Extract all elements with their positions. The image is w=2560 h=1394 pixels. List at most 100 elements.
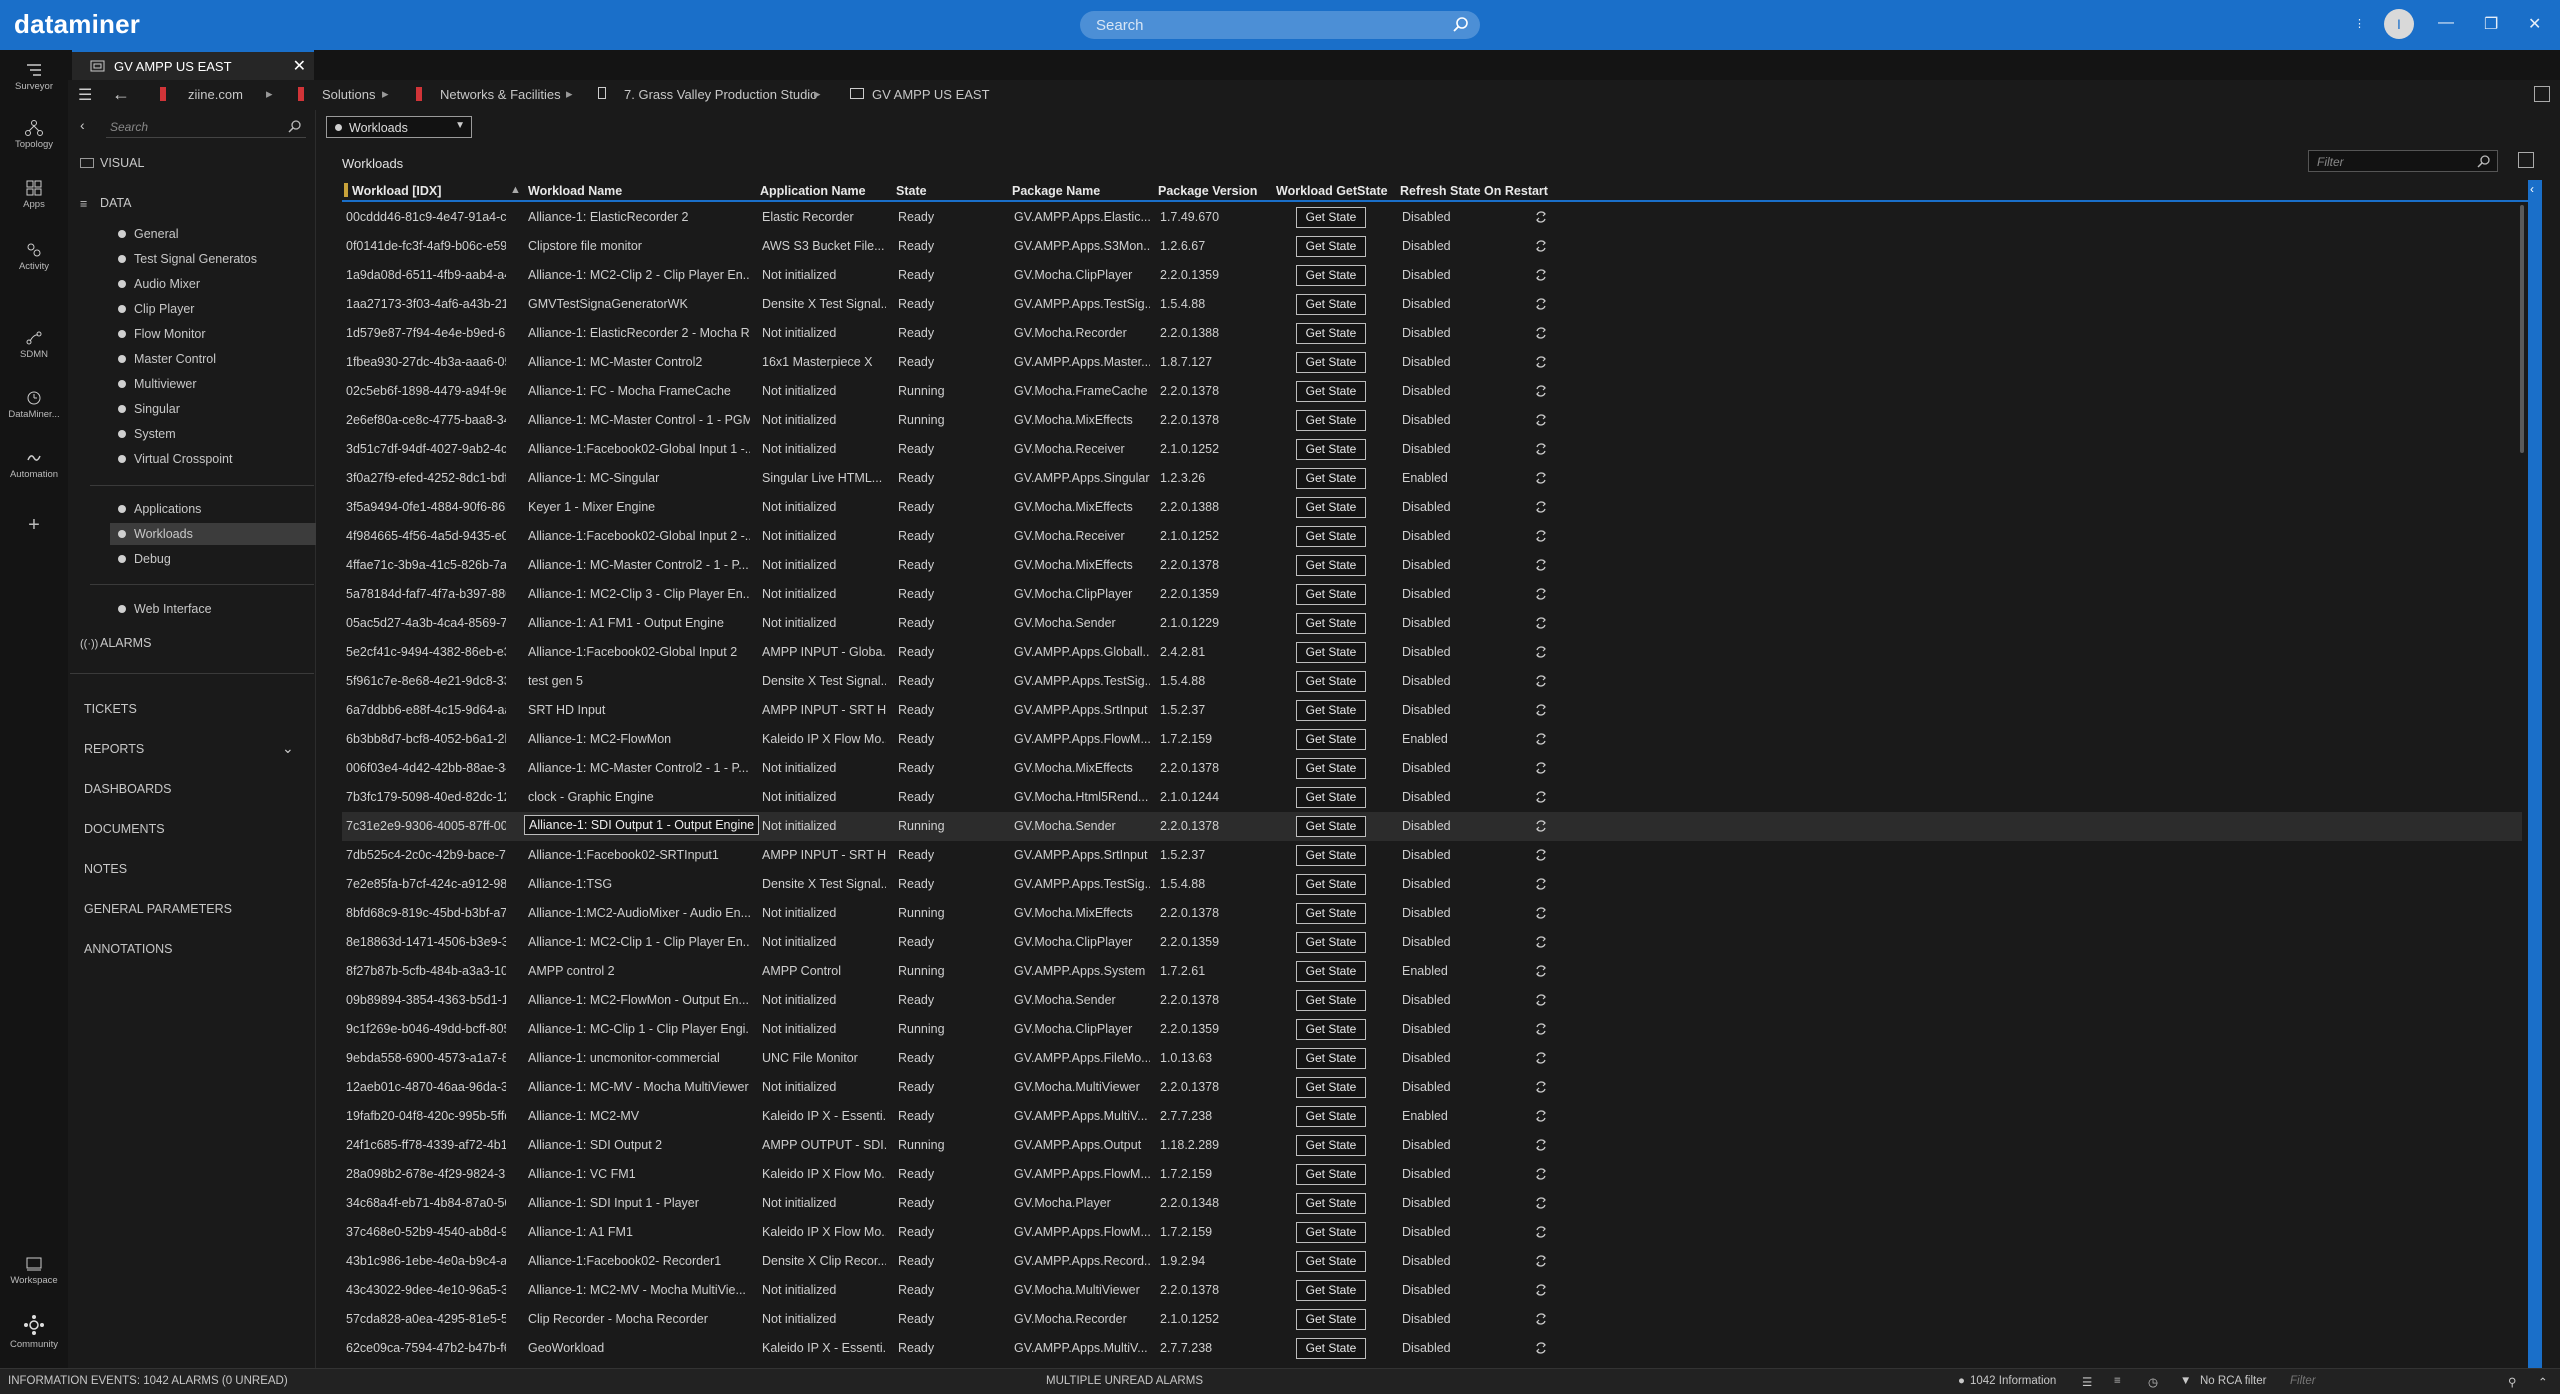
get-state-button[interactable]: Get State xyxy=(1296,1222,1366,1243)
rail-community[interactable]: Community xyxy=(0,1314,68,1350)
data-item-flow-monitor[interactable]: Flow Monitor xyxy=(110,323,316,345)
get-state-button[interactable]: Get State xyxy=(1296,1280,1366,1301)
status-alarms-text[interactable]: MULTIPLE UNREAD ALARMS xyxy=(1046,1375,1203,1387)
get-state-button[interactable]: Get State xyxy=(1296,1193,1366,1214)
menu-tickets[interactable]: TICKETS xyxy=(84,702,137,716)
get-state-button[interactable]: Get State xyxy=(1296,729,1366,750)
refresh-icon[interactable] xyxy=(1534,210,1548,224)
column-header-workload-name[interactable]: Workload Name xyxy=(528,184,622,198)
table-row[interactable]: 006f03e4-4d42-42bb-88ae-34... Alliance-1:… xyxy=(342,754,2522,783)
rail-surveyor[interactable]: Surveyor xyxy=(0,62,68,92)
data-item-system[interactable]: System xyxy=(110,423,316,445)
refresh-icon[interactable] xyxy=(1534,297,1548,311)
get-state-button[interactable]: Get State xyxy=(1296,439,1366,460)
refresh-icon[interactable] xyxy=(1534,1341,1548,1355)
refresh-icon[interactable] xyxy=(1534,1167,1548,1181)
data-item-singular[interactable]: Singular xyxy=(110,398,316,420)
refresh-icon[interactable] xyxy=(1534,1225,1548,1239)
sort-icon[interactable]: ≡ xyxy=(2114,1375,2121,1387)
rail-sdmn[interactable]: SDMN xyxy=(0,330,68,360)
refresh-icon[interactable] xyxy=(1534,1254,1548,1268)
column-header-package-name[interactable]: Package Name xyxy=(1012,184,1100,198)
refresh-icon[interactable] xyxy=(1534,1138,1548,1152)
get-state-button[interactable]: Get State xyxy=(1296,932,1366,953)
get-state-button[interactable]: Get State xyxy=(1296,903,1366,924)
refresh-icon[interactable] xyxy=(1534,1283,1548,1297)
get-state-button[interactable]: Get State xyxy=(1296,961,1366,982)
rail-dataminer[interactable]: DataMiner... xyxy=(0,390,68,420)
table-row[interactable]: 0f0141de-fc3f-4af9-b06c-e596... Clipstore… xyxy=(342,232,2522,261)
refresh-icon[interactable] xyxy=(1534,1196,1548,1210)
refresh-icon[interactable] xyxy=(1534,355,1548,369)
get-state-button[interactable]: Get State xyxy=(1296,352,1366,373)
table-row[interactable]: 7b3fc179-5098-40ed-82dc-12... clock - Gra… xyxy=(342,783,2522,812)
section-data[interactable]: ≡ DATA xyxy=(80,196,131,211)
refresh-icon[interactable] xyxy=(1534,587,1548,601)
status-filter-input[interactable]: Filter xyxy=(2290,1375,2316,1387)
table-row[interactable]: 1d579e87-7f94-4e4e-b9ed-61... Alliance-1:… xyxy=(342,319,2522,348)
hamburger-menu-icon[interactable]: ☰ xyxy=(78,85,92,105)
table-row[interactable]: 19fafb20-04f8-420c-995b-5ffd... Alliance-… xyxy=(342,1102,2522,1131)
column-header-application-name[interactable]: Application Name xyxy=(760,184,866,198)
column-header-workload-getstate[interactable]: Workload GetState xyxy=(1276,184,1388,198)
chevron-up-icon[interactable]: ⌃ xyxy=(2538,1375,2548,1389)
refresh-icon[interactable] xyxy=(1534,558,1548,572)
back-arrow-icon[interactable]: ← xyxy=(112,84,130,105)
table-row[interactable]: 62ce09ca-7594-47b2-b47b-f6... GeoWorkload… xyxy=(342,1334,2522,1363)
data-item-web-interface[interactable]: Web Interface xyxy=(110,598,316,620)
refresh-icon[interactable] xyxy=(1534,500,1548,514)
get-state-button[interactable]: Get State xyxy=(1296,845,1366,866)
search-icon[interactable]: ⚲ xyxy=(2508,1375,2516,1389)
minimize-icon[interactable]: — xyxy=(2438,14,2454,32)
table-row[interactable]: 43c43022-9dee-4e10-96a5-31... Alliance-1:… xyxy=(342,1276,2522,1305)
table-row[interactable]: 24f1c685-ff78-4339-af72-4b14... Alliance-… xyxy=(342,1131,2522,1160)
get-state-button[interactable]: Get State xyxy=(1296,613,1366,634)
table-row[interactable]: 8bfd68c9-819c-45bd-b3bf-a7... Alliance-1:… xyxy=(342,899,2522,928)
refresh-icon[interactable] xyxy=(1534,616,1548,630)
get-state-button[interactable]: Get State xyxy=(1296,468,1366,489)
refresh-icon[interactable] xyxy=(1534,326,1548,340)
breadcrumb-item[interactable]: GV AMPP US EAST xyxy=(872,87,990,102)
user-avatar[interactable]: I xyxy=(2384,9,2414,39)
refresh-icon[interactable] xyxy=(1534,993,1548,1007)
get-state-button[interactable]: Get State xyxy=(1296,207,1366,228)
get-state-button[interactable]: Get State xyxy=(1296,323,1366,344)
get-state-button[interactable]: Get State xyxy=(1296,1164,1366,1185)
tab-gv-ampp-us-east[interactable]: GV AMPP US EAST ✕ xyxy=(72,50,314,80)
rail-activity[interactable]: Activity xyxy=(0,242,68,272)
rail-automation[interactable]: Automation xyxy=(0,450,68,480)
refresh-icon[interactable] xyxy=(1534,732,1548,746)
refresh-icon[interactable] xyxy=(1534,1022,1548,1036)
chevron-down-icon[interactable]: ⌄ xyxy=(282,740,294,757)
refresh-icon[interactable] xyxy=(1534,877,1548,891)
clock-icon[interactable]: ◷ xyxy=(2148,1375,2158,1389)
menu-annotations[interactable]: ANNOTATIONS xyxy=(84,942,172,956)
menu-reports[interactable]: REPORTS xyxy=(84,742,144,756)
refresh-icon[interactable] xyxy=(1534,906,1548,920)
table-row[interactable]: 34c68a4f-eb71-4b84-87a0-507... Alliance-1… xyxy=(342,1189,2522,1218)
table-row[interactable]: 1aa27173-3f03-4af6-a43b-215... GMVTestSig… xyxy=(342,290,2522,319)
refresh-icon[interactable] xyxy=(1534,935,1548,949)
get-state-button[interactable]: Get State xyxy=(1296,1019,1366,1040)
table-row[interactable]: 05ac5d27-4a3b-4ca4-8569-71... Alliance-1:… xyxy=(342,609,2522,638)
get-state-button[interactable]: Get State xyxy=(1296,787,1366,808)
page-selector-dropdown[interactable]: Workloads ▼ xyxy=(326,116,472,138)
expand-table-icon[interactable] xyxy=(2518,152,2534,168)
table-row[interactable]: 7e2e85fa-b7cf-424c-a912-983... Alliance-1… xyxy=(342,870,2522,899)
table-row[interactable]: 09b89894-3854-4363-b5d1-1a... Alliance-1:… xyxy=(342,986,2522,1015)
rail-workspace[interactable]: Workspace xyxy=(0,1256,68,1286)
filter-funnel-icon[interactable]: ▼ xyxy=(2180,1375,2191,1387)
column-header-package-version[interactable]: Package Version xyxy=(1158,184,1257,198)
global-search-input[interactable]: Search xyxy=(1080,11,1480,39)
get-state-button[interactable]: Get State xyxy=(1296,1251,1366,1272)
table-row[interactable]: 8e18863d-1471-4506-b3e9-39... Alliance-1:… xyxy=(342,928,2522,957)
refresh-icon[interactable] xyxy=(1534,761,1548,775)
table-row[interactable]: 7c31e2e9-9306-4005-87ff-00a... Alliance-1… xyxy=(342,812,2522,841)
get-state-button[interactable]: Get State xyxy=(1296,555,1366,576)
table-row[interactable]: 8f27b87b-5cfb-484b-a3a3-10c... AMPP contr… xyxy=(342,957,2522,986)
data-item-applications[interactable]: Applications xyxy=(110,498,316,520)
collapse-panel-icon[interactable]: ‹ xyxy=(80,117,85,133)
rca-filter-text[interactable]: No RCA filter xyxy=(2200,1375,2266,1387)
table-row[interactable]: 9c1f269e-b046-49dd-bcff-805... Alliance-1… xyxy=(342,1015,2522,1044)
refresh-icon[interactable] xyxy=(1534,1312,1548,1326)
